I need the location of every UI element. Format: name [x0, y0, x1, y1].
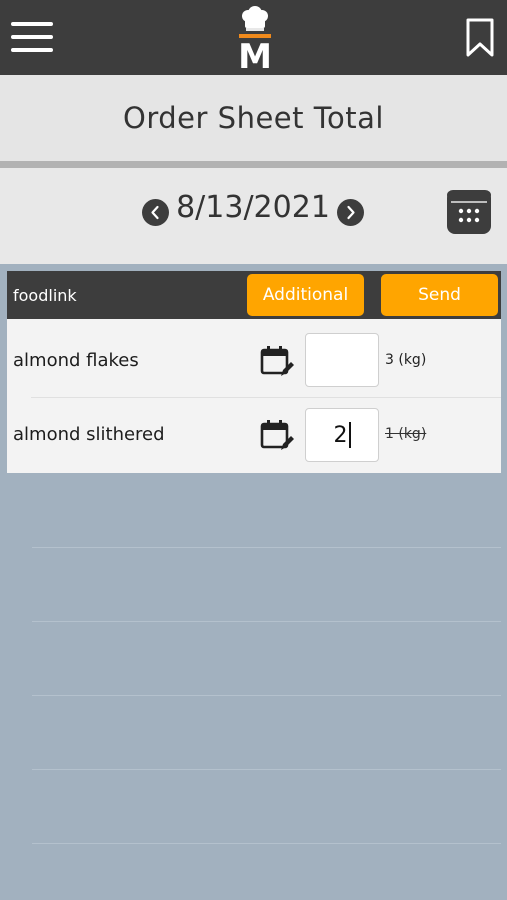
supplier-name: foodlink	[13, 286, 77, 305]
calendar-picker-button[interactable]	[447, 190, 491, 234]
previous-date-button[interactable]	[142, 199, 169, 226]
page-title: Order Sheet Total	[123, 101, 384, 135]
title-band: Order Sheet Total	[0, 75, 507, 161]
supplier-header: foodlink Additional Send	[7, 271, 501, 319]
edit-calendar-icon[interactable]	[260, 345, 294, 379]
order-item-row: almond slithered 2 1 (kg)	[7, 398, 501, 472]
current-date: 8/13/2021	[176, 190, 330, 225]
next-date-button[interactable]	[337, 199, 364, 226]
bookmark-icon[interactable]	[465, 18, 495, 58]
text-cursor	[348, 422, 351, 448]
empty-row-divider	[32, 843, 501, 844]
stock-quantity: 3 (kg)	[385, 352, 427, 368]
empty-row-divider	[32, 547, 501, 548]
hamburger-menu-icon[interactable]	[11, 20, 53, 54]
send-button[interactable]: Send	[381, 274, 498, 316]
item-name: almond flakes	[13, 350, 139, 371]
order-item-row: almond flakes 3 (kg)	[7, 323, 501, 397]
supplier-order-panel: foodlink Additional Send almond flakes 3…	[7, 271, 501, 473]
quantity-value: 2	[333, 422, 348, 448]
additional-button[interactable]: Additional	[247, 274, 364, 316]
logo-letter: M	[238, 37, 272, 70]
stock-quantity: 1 (kg)	[385, 426, 427, 442]
item-name: almond slithered	[13, 424, 165, 445]
edit-calendar-icon[interactable]	[260, 419, 294, 453]
chevron-left-icon	[151, 205, 159, 220]
empty-row-divider	[32, 769, 501, 770]
empty-row-divider	[32, 695, 501, 696]
quantity-input[interactable]: 2	[305, 408, 379, 462]
title-divider	[0, 161, 507, 168]
empty-row-divider	[32, 621, 501, 622]
quantity-input[interactable]	[305, 333, 379, 387]
chevron-right-icon	[347, 205, 355, 220]
app-bar: M	[0, 0, 507, 77]
calendar-icon	[447, 190, 491, 223]
app-logo: M	[234, 6, 276, 77]
